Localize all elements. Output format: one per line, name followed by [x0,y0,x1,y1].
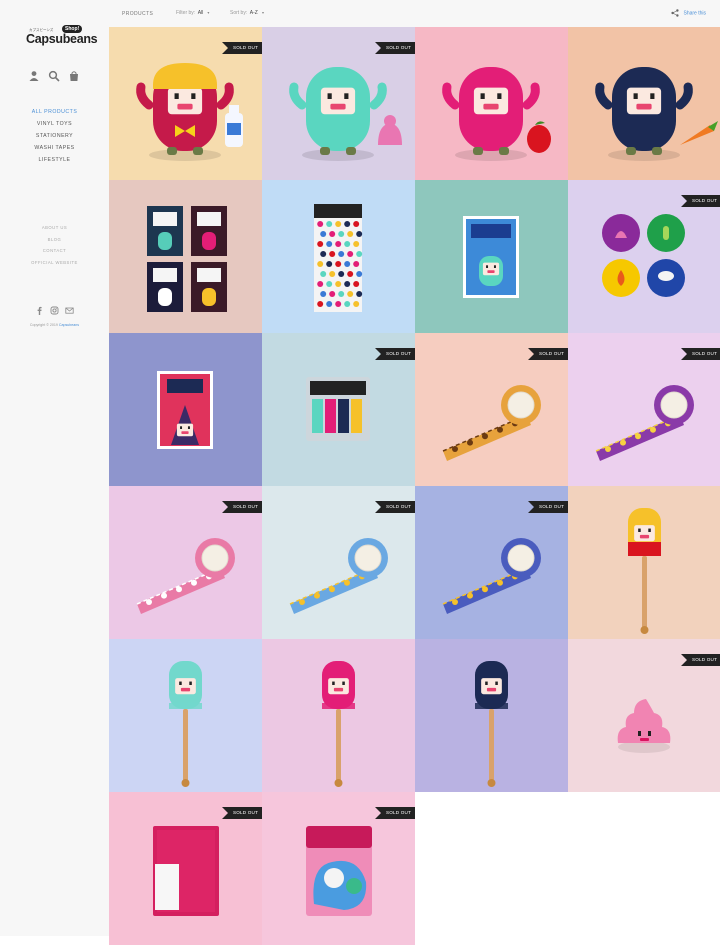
filter-value: All [197,10,204,16]
sold-out-label: SOLD OUT [233,504,259,509]
share-icon [671,9,679,17]
share-button[interactable]: Share this [671,9,706,17]
sold-out-badge: SOLD OUT [528,348,568,360]
copyright: Copyright © 2019 Capsubeans [0,323,109,327]
product-image [463,216,519,298]
product-tile-tape-purple[interactable]: SOLD OUT [568,333,720,486]
product-tile-pen-mint[interactable] [109,639,262,792]
chevron-down-icon: ▾ [261,10,264,15]
nav-all-products[interactable]: ALL PRODUCTS [0,108,109,120]
share-label: Share this [683,10,706,17]
sold-out-label: SOLD OUT [386,504,412,509]
nav-about-us[interactable]: ABOUT US [0,224,109,236]
product-tile-sticker-sheet[interactable] [262,180,415,333]
sold-out-badge: SOLD OUT [681,348,720,360]
mail-icon[interactable] [65,306,74,315]
secondary-nav: ABOUT US BLOG CONTACT OFFICIAL WEBSITE [0,224,109,270]
sold-out-label: SOLD OUT [233,810,259,815]
sort-label: Sort by: [230,10,248,16]
filter-label: Filter by: [176,10,196,16]
sold-out-label: SOLD OUT [692,351,718,356]
category-nav: ALL PRODUCTS VINYL TOYS STATIONERY WASHI… [0,108,109,168]
product-image [147,206,227,312]
product-tile-sticker-pack[interactable]: SOLD OUT [262,792,415,945]
sold-out-badge: SOLD OUT [222,501,262,513]
facebook-icon[interactable] [35,306,44,315]
product-image [628,508,661,634]
nav-official-website[interactable]: OFFICIAL WEBSITE [0,259,109,271]
product-tile-tape-blue[interactable]: SOLD OUT [262,486,415,639]
product-image [595,67,718,161]
logo[interactable]: カプスビーンズ Capsubeans Shop! [26,25,98,48]
sold-out-badge: SOLD OUT [681,654,720,666]
products-heading: PRODUCTS [122,11,154,17]
product-tile-card-birthday[interactable] [415,180,568,333]
sold-out-badge: SOLD OUT [681,195,720,207]
product-tile-figure-mint[interactable]: SOLD OUT [262,27,415,180]
sold-out-label: SOLD OUT [692,198,718,203]
product-image [475,661,508,787]
nav-washi-tapes[interactable]: WASHI TAPES [0,144,109,156]
product-tile-tape-pink[interactable]: SOLD OUT [109,486,262,639]
bag-icon[interactable] [68,70,80,82]
chevron-down-icon: ▾ [207,10,210,15]
sold-out-label: SOLD OUT [539,351,565,356]
sidebar: カプスビーンズ Capsubeans Shop! ALL PRODUCTS VI… [0,0,109,936]
sold-out-badge: SOLD OUT [222,807,262,819]
product-tile-card-cake[interactable] [109,333,262,486]
nav-vinyl-toys[interactable]: VINYL TOYS [0,120,109,132]
copyright-link[interactable]: Capsubeans [59,323,79,327]
sold-out-label: SOLD OUT [233,45,259,50]
sold-out-badge: SOLD OUT [375,42,415,54]
sold-out-badge: SOLD OUT [375,501,415,513]
product-tile-pen-navy[interactable] [415,639,568,792]
logo-text: Capsubeans [26,32,98,46]
copyright-text: Copyright © 2019 [29,323,58,327]
product-image [314,204,363,312]
product-image [322,661,355,787]
filter-dropdown[interactable]: Filter by: All ▾ [176,10,209,16]
sort-value: A-Z [249,10,258,16]
sold-out-badge: SOLD OUT [375,348,415,360]
product-tile-notebook[interactable]: SOLD OUT [109,792,262,945]
product-image [169,661,202,787]
product-tile-figure-yellow[interactable]: SOLD OUT [109,27,262,180]
toolbar: PRODUCTS Filter by: All ▾ Sort by: A-Z ▾… [109,0,720,28]
product-tile-pen-pink[interactable] [262,639,415,792]
sold-out-label: SOLD OUT [386,45,412,50]
search-icon[interactable] [48,70,60,82]
sold-out-label: SOLD OUT [539,504,565,509]
product-tile-badges[interactable]: SOLD OUT [568,180,720,333]
instagram-icon[interactable] [50,306,59,315]
sold-out-badge: SOLD OUT [375,807,415,819]
nav-blog[interactable]: BLOG [0,236,109,248]
account-icons [28,70,80,84]
nav-lifestyle[interactable]: LIFESTYLE [0,156,109,168]
product-tile-poop[interactable]: SOLD OUT [568,639,720,792]
product-tile-sticky-notes[interactable]: SOLD OUT [262,333,415,486]
sold-out-badge: SOLD OUT [222,42,262,54]
product-image [157,371,213,449]
sold-out-label: SOLD OUT [386,351,412,356]
sold-out-badge: SOLD OUT [528,501,568,513]
logo-badge: Shop! [62,25,83,33]
sold-out-label: SOLD OUT [692,657,718,662]
product-tile-figure-pink[interactable] [415,27,568,180]
nav-contact[interactable]: CONTACT [0,247,109,259]
product-tile-figure-navy[interactable] [568,27,720,180]
product-tile-tape-orange[interactable]: SOLD OUT [415,333,568,486]
product-tile-tape-navy[interactable]: SOLD OUT [415,486,568,639]
social-links [35,306,75,316]
product-tile-pen-yellow[interactable] [568,486,720,639]
user-icon[interactable] [28,70,40,82]
nav-stationery[interactable]: STATIONERY [0,132,109,144]
sold-out-label: SOLD OUT [386,810,412,815]
product-image [442,67,551,161]
sort-dropdown[interactable]: Sort by: A-Z ▾ [230,10,264,16]
product-tile-postcards[interactable] [109,180,262,333]
